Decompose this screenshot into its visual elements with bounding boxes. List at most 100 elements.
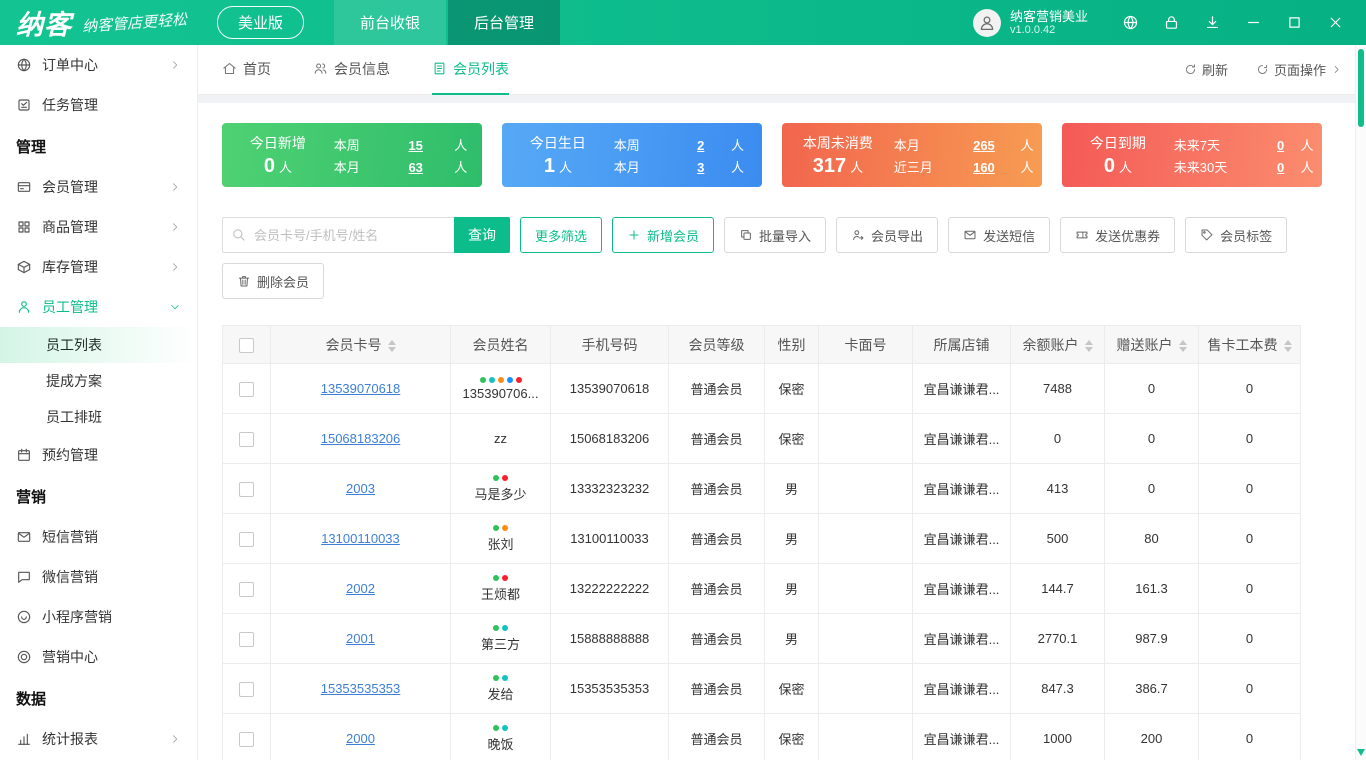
row-select-cell[interactable]	[222, 363, 271, 414]
tab-home[interactable]: 首页	[222, 45, 271, 95]
member-card-link[interactable]: 15353535353	[321, 681, 401, 696]
add-member-button[interactable]: 新增会员	[612, 217, 715, 253]
row-select-cell[interactable]	[222, 613, 271, 664]
maximize-button[interactable]	[1286, 14, 1303, 31]
account-info[interactable]: 纳客营销美业 v1.0.0.42	[972, 8, 1088, 37]
stat-link[interactable]: 本月 3 人	[614, 157, 762, 176]
column-header[interactable]: 余额账户	[1010, 325, 1105, 364]
row-checkbox[interactable]	[239, 381, 254, 397]
row-checkbox[interactable]	[239, 481, 254, 497]
minimize-button[interactable]	[1245, 14, 1262, 31]
stat-cards: 今日新增 0 人本周 15 人本月 63 人今日生日 1 人本周 2 人本月 3 人本周未消费 317 人本…	[222, 123, 1342, 187]
stat-link[interactable]: 本周 15 人	[334, 135, 482, 154]
refresh-button[interactable]: 刷新	[1184, 60, 1228, 79]
row-select-cell[interactable]	[222, 463, 271, 514]
browser-icon[interactable]	[1122, 14, 1139, 31]
sort-icon[interactable]	[1283, 339, 1292, 352]
row-checkbox[interactable]	[239, 731, 254, 747]
sidebar-subitem-commission-plan[interactable]: 提成方案	[0, 363, 197, 399]
sidebar-item-inventory-management[interactable]: 库存管理	[0, 247, 197, 287]
scrollbar-thumb[interactable]	[1358, 49, 1364, 127]
page-ops-button[interactable]: 页面操作	[1256, 60, 1342, 79]
sort-icon[interactable]	[1178, 339, 1187, 352]
sidebar-item-marketing-center[interactable]: 营销中心	[0, 637, 197, 677]
row-select-cell[interactable]	[222, 713, 271, 760]
member-card-link[interactable]: 15068183206	[321, 431, 401, 446]
top-nav-admin[interactable]: 后台管理	[448, 0, 561, 45]
batch-import-button[interactable]: 批量导入	[724, 217, 827, 253]
row-checkbox[interactable]	[239, 531, 254, 547]
sidebar-item-staff-management[interactable]: 员工管理	[0, 287, 197, 327]
send-sms-button[interactable]: 发送短信	[948, 217, 1051, 253]
close-button[interactable]	[1327, 14, 1344, 31]
stat-link[interactable]: 本周 2 人	[614, 135, 762, 154]
column-header: 手机号码	[550, 325, 669, 364]
sidebar-item-member-management[interactable]: 会员管理	[0, 167, 197, 207]
send-coupon-button[interactable]: 发送优惠券	[1060, 217, 1176, 253]
query-button[interactable]: 查询	[454, 217, 510, 253]
member-card-link[interactable]: 2002	[346, 581, 375, 596]
tab-member-info[interactable]: 会员信息	[313, 45, 390, 95]
member-card-link[interactable]: 2000	[346, 731, 375, 746]
edition-badge[interactable]: 美业版	[217, 6, 305, 39]
row-checkbox[interactable]	[239, 631, 254, 647]
sidebar-item-task-management[interactable]: 任务管理	[0, 85, 197, 125]
scrollbar-down-arrow-icon[interactable]	[1357, 749, 1365, 756]
download-icon[interactable]	[1204, 14, 1221, 31]
doc-icon	[432, 61, 447, 76]
stat-card-main: 本周未消费 317 人	[802, 134, 873, 177]
member-card-link[interactable]: 13100110033	[321, 531, 400, 546]
sidebar-item-goods-management[interactable]: 商品管理	[0, 207, 197, 247]
sidebar-item-statistics-report[interactable]: 统计报表	[0, 719, 197, 759]
row-select-cell[interactable]	[222, 563, 271, 614]
home-icon	[222, 61, 237, 76]
column-header[interactable]: 售卡工本费	[1198, 325, 1301, 364]
stat-link[interactable]: 未来7天 0 人	[1174, 135, 1322, 154]
balance-account: 144.7	[1010, 563, 1105, 614]
top-nav-cashier[interactable]: 前台收银	[334, 0, 447, 45]
delete-member-button[interactable]: 删除会员	[222, 263, 325, 299]
stat-link[interactable]: 本月 63 人	[334, 157, 482, 176]
row-select-cell[interactable]	[222, 413, 271, 464]
member-export-button[interactable]: 会员导出	[836, 217, 939, 253]
chevron-down-icon	[169, 301, 181, 313]
stat-link[interactable]: 未来30天 0 人	[1174, 157, 1322, 176]
member-phone: 15888888888	[550, 613, 669, 664]
sidebar-subitem-staff-schedule[interactable]: 员工排班	[0, 399, 197, 435]
member-row: 13539070618 135390706... 13539070618 普通会员 保密…	[222, 363, 1301, 414]
member-tags-button[interactable]: 会员标签	[1185, 217, 1288, 253]
more-filter-button[interactable]: 更多筛选	[520, 217, 603, 253]
select-all-checkbox[interactable]	[239, 337, 254, 353]
sidebar-item-wechat-marketing[interactable]: 微信营销	[0, 557, 197, 597]
row-select-cell[interactable]	[222, 663, 271, 714]
row-checkbox[interactable]	[239, 681, 254, 697]
member-name-cell: 135390706...	[450, 363, 551, 414]
row-checkbox[interactable]	[239, 431, 254, 447]
column-header[interactable]: 赠送账户	[1104, 325, 1199, 364]
search-input[interactable]	[222, 217, 454, 253]
row-checkbox[interactable]	[239, 581, 254, 597]
sidebar-item-miniprogram-marketing[interactable]: 小程序营销	[0, 597, 197, 637]
lock-icon[interactable]	[1163, 14, 1180, 31]
stat-link[interactable]: 近三月 160 人	[894, 157, 1042, 176]
content-tabbar: 首页 会员信息 会员列表 刷新 页面操作	[198, 45, 1366, 95]
row-select-cell[interactable]	[222, 513, 271, 564]
sidebar-item-appointment-management[interactable]: 预约管理	[0, 435, 197, 475]
sort-icon[interactable]	[387, 339, 396, 352]
card-fee: 0	[1198, 613, 1301, 664]
sidebar-subitem-staff-list[interactable]: 员工列表	[0, 327, 197, 363]
sort-icon[interactable]	[1084, 339, 1093, 352]
select-all-header[interactable]	[222, 325, 271, 364]
member-card-link[interactable]: 2001	[346, 631, 375, 646]
stat-link[interactable]: 本月 265 人	[894, 135, 1042, 154]
stat-card-birthday-today: 今日生日 1 人 本周 2 人本月 3 人	[502, 123, 762, 187]
sidebar-item-order-center[interactable]: 订单中心	[0, 45, 197, 85]
vertical-scrollbar[interactable]	[1355, 45, 1366, 760]
sidebar-item-sms-marketing[interactable]: 短信营销	[0, 517, 197, 557]
card-face-no	[818, 613, 913, 664]
tab-member-list[interactable]: 会员列表	[432, 45, 509, 95]
member-card-link[interactable]: 13539070618	[321, 381, 401, 396]
member-card-link[interactable]: 2003	[346, 481, 375, 496]
column-header[interactable]: 会员卡号	[270, 325, 451, 364]
balance-account: 413	[1010, 463, 1105, 514]
